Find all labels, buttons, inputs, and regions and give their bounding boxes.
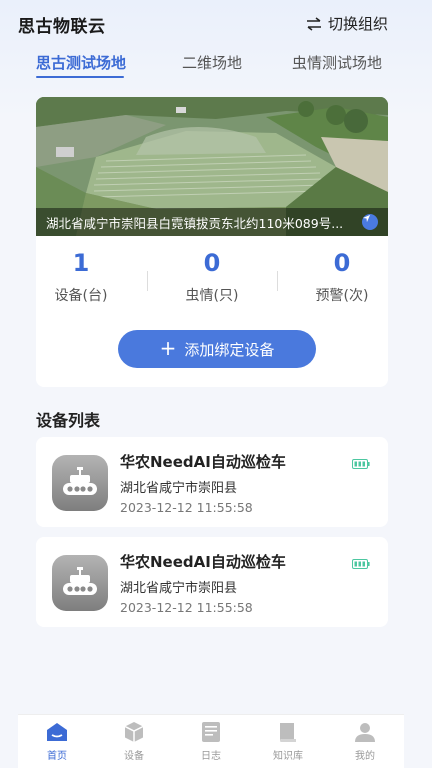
swap-icon [306,16,321,31]
device-list-title: 设备列表 [36,411,101,430]
robot-car-icon [52,455,108,511]
nav-knowledge-label: 知识库 [273,751,303,762]
add-device-label: 添加绑定设备 [184,340,275,359]
stat-insects-value: 0 [203,249,221,277]
location-arrow-icon[interactable] [362,214,378,230]
switch-org-label: 切换组织 [327,15,388,33]
tab-site-2[interactable]: 虫情测试场地 [292,52,382,73]
nav-logs[interactable]: 日志 [181,720,241,762]
nav-profile[interactable]: 我的 [335,720,395,762]
stat-devices[interactable]: 1 设备(台) [36,249,141,305]
device-name: 华农NeedAI自动巡检车 [120,453,286,471]
app-header: 思古物联云 切换组织 [18,10,388,38]
device-timestamp: 2023-12-12 11:55:58 [120,500,253,515]
active-tab-underline [36,76,124,78]
stat-divider [277,271,278,291]
tab-site-1[interactable]: 二维场地 [182,52,242,73]
stat-devices-label: 设备(台) [54,288,108,304]
log-icon [202,722,220,742]
stat-alerts-label: 预警(次) [315,288,369,304]
nav-devices-label: 设备 [124,751,144,762]
switch-org-button[interactable]: 切换组织 [306,13,388,34]
add-device-button[interactable]: + 添加绑定设备 [118,330,316,368]
book-icon [280,723,296,742]
farm-aerial-image: 湖北省咸宁市崇阳县白霓镇拔贡东北约110米089号... [36,97,388,236]
farm-card: 湖北省咸宁市崇阳县白霓镇拔贡东北约110米089号... 1 设备(台) 0 虫… [36,97,388,387]
nav-profile-label: 我的 [355,751,375,762]
nav-home-label: 首页 [47,751,67,762]
site-tabs: 思古测试场地 二维场地 虫情测试场地 [36,50,386,80]
device-list-item[interactable]: 华农NeedAI自动巡检车 湖北省咸宁市崇阳县 2023-12-12 11:55… [36,437,388,527]
device-list-item[interactable]: 华农NeedAI自动巡检车 湖北省咸宁市崇阳县 2023-12-12 11:55… [36,537,388,627]
stat-divider [147,271,148,291]
device-name: 华农NeedAI自动巡检车 [120,553,286,571]
plus-icon: + [159,336,177,360]
battery-icon [352,459,370,469]
bottom-nav: 首页 设备 日志 知识库 我的 [18,714,404,768]
device-timestamp: 2023-12-12 11:55:58 [120,600,253,615]
stats-row: 1 设备(台) 0 虫情(只) 0 预警(次) [36,249,388,319]
stat-insects[interactable]: 0 虫情(只) [152,249,272,305]
home-icon [47,723,67,741]
device-address: 湖北省咸宁市崇阳县 [120,581,238,596]
robot-car-icon [52,555,108,611]
app-title: 思古物联云 [18,17,106,37]
stat-alerts-value: 0 [333,249,351,277]
farm-address: 湖北省咸宁市崇阳县白霓镇拔贡东北约110米089号... [46,215,344,231]
tab-site-0[interactable]: 思古测试场地 [36,52,126,73]
nav-knowledge[interactable]: 知识库 [258,720,318,762]
device-address: 湖北省咸宁市崇阳县 [120,481,238,496]
nav-devices[interactable]: 设备 [104,720,164,762]
stat-insects-label: 虫情(只) [185,288,239,304]
nav-home[interactable]: 首页 [27,720,87,762]
stat-alerts[interactable]: 0 预警(次) [282,249,388,305]
user-icon [355,723,375,742]
battery-icon [352,559,370,569]
cube-icon [124,722,144,742]
nav-logs-label: 日志 [201,751,221,762]
stat-devices-value: 1 [72,249,90,277]
farm-address-bar[interactable]: 湖北省咸宁市崇阳县白霓镇拔贡东北约110米089号... [36,208,388,236]
